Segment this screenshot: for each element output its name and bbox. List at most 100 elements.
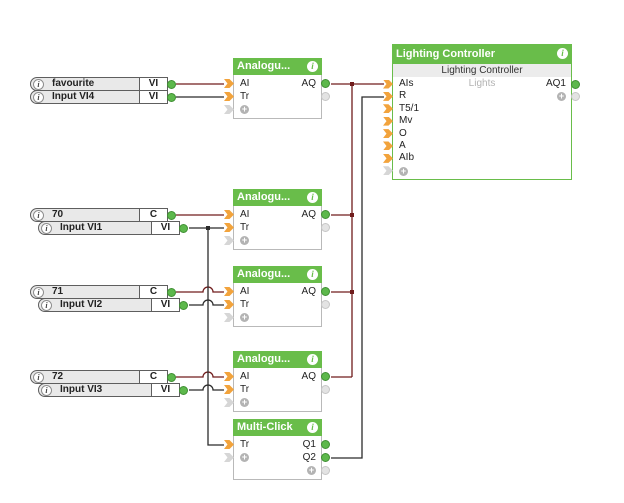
output-nub[interactable]	[179, 223, 188, 233]
add-input-button[interactable]: +	[240, 236, 249, 245]
block-analogue-3[interactable]: Analogu... i AI AQ Tr +	[224, 266, 330, 327]
output-nub[interactable]	[571, 80, 580, 89]
connector-type-tag: VI	[151, 384, 179, 396]
wire-vi3-tr4[interactable]	[189, 384, 224, 391]
junction-dot	[350, 213, 354, 217]
inactive-output-nub	[321, 223, 330, 232]
info-icon[interactable]: i	[307, 269, 318, 280]
input-connector-vi4[interactable]: i Input VI4 VI	[30, 90, 176, 104]
info-icon: i	[41, 385, 52, 396]
inactive-output-nub	[321, 92, 330, 101]
block-title-bar[interactable]: Analogu... i	[233, 189, 322, 206]
output-nub[interactable]	[167, 372, 176, 382]
category-label: Lights	[468, 78, 496, 89]
block-title-bar[interactable]: Lighting Controller i	[392, 44, 572, 64]
add-input-button[interactable]: +	[399, 166, 408, 176]
block-title-bar[interactable]: Multi-Click i	[233, 419, 322, 436]
info-icon: i	[41, 300, 52, 311]
wire-72-ai4[interactable]	[176, 371, 224, 378]
info-icon[interactable]: i	[557, 48, 568, 59]
block-title: Lighting Controller	[396, 48, 495, 60]
junction-dot	[206, 226, 210, 230]
pin-label: Q2	[302, 452, 316, 463]
output-nub[interactable]	[167, 210, 176, 220]
block-body: AI AQ Tr +	[224, 206, 330, 250]
add-output-button[interactable]: +	[557, 92, 566, 102]
output-nub[interactable]	[179, 385, 188, 395]
pin-label: Tr	[240, 439, 250, 450]
connector-label: 71	[52, 286, 64, 297]
connector-label: 72	[52, 371, 64, 382]
block-title-bar[interactable]: Analogu... i	[233, 266, 322, 283]
output-nub[interactable]	[321, 79, 330, 88]
connector-type-tag: VI	[151, 299, 179, 311]
pin-label: AI	[240, 78, 250, 89]
input-connector-71[interactable]: i 71 C	[30, 285, 176, 299]
wire-vi1-multiclick-tr[interactable]	[207, 228, 224, 446]
connector-type-tag: VI	[139, 91, 167, 103]
block-title-bar[interactable]: Analogu... i	[233, 351, 322, 368]
wire-71-ai3[interactable]	[176, 286, 224, 293]
info-icon: i	[33, 79, 44, 90]
block-title: Analogu...	[237, 268, 291, 280]
output-nub[interactable]	[321, 287, 330, 296]
input-connector-72[interactable]: i 72 C	[30, 370, 176, 384]
output-nub[interactable]	[321, 210, 330, 219]
block-multi-click[interactable]: Multi-Click i Tr Q1 + Q2 +	[224, 419, 330, 480]
info-icon[interactable]: i	[307, 61, 318, 72]
block-analogue-1[interactable]: Analogu... i AI AQ Tr +	[224, 58, 330, 119]
wire-vi2-tr3[interactable]	[189, 299, 224, 306]
input-connector-favourite[interactable]: i favourite VI	[30, 77, 176, 91]
connector-label: 70	[52, 209, 64, 220]
info-icon[interactable]: i	[307, 422, 318, 433]
pin-label: AQ1	[545, 78, 566, 89]
junction-dot	[350, 82, 354, 86]
pin-label: AIb	[399, 152, 415, 164]
pin-label: AQ	[301, 78, 316, 89]
info-icon[interactable]: i	[307, 192, 318, 203]
info-icon: i	[41, 223, 52, 234]
output-nub[interactable]	[179, 300, 188, 310]
block-lighting-controller[interactable]: Lighting Controller i Lighting Controlle…	[383, 44, 580, 181]
pin-label: AI	[240, 209, 250, 220]
block-analogue-4[interactable]: Analogu... i AI AQ Tr +	[224, 351, 330, 412]
block-analogue-2[interactable]: Analogu... i AI AQ Tr +	[224, 189, 330, 250]
output-nub[interactable]	[167, 287, 176, 297]
output-nub[interactable]	[321, 453, 330, 462]
block-body: AI AQ Tr +	[224, 75, 330, 119]
connector-label: Input VI3	[60, 384, 103, 395]
pin-label: O	[399, 127, 407, 139]
output-nub[interactable]	[167, 79, 176, 89]
add-input-button[interactable]: +	[240, 313, 249, 322]
connector-type-tag: C	[139, 371, 167, 383]
output-nub[interactable]	[321, 372, 330, 381]
block-title-bar[interactable]: Analogu... i	[233, 58, 322, 75]
add-input-button[interactable]: +	[240, 453, 249, 462]
block-body: AI AQ Tr +	[224, 368, 330, 412]
add-input-button[interactable]: +	[240, 105, 249, 114]
pin-label: Tr	[240, 384, 250, 395]
connector-label: Input VI2	[60, 299, 103, 310]
info-icon: i	[33, 287, 44, 298]
pin-label: AQ	[301, 286, 316, 297]
block-body: Tr Q1 + Q2 +	[224, 436, 330, 480]
input-connector-vi2[interactable]: i Input VI2 VI	[38, 298, 188, 312]
pin-label: AQ	[301, 371, 316, 382]
add-input-button[interactable]: +	[240, 398, 249, 407]
pin-label: AI	[240, 286, 250, 297]
connector-type-tag: C	[139, 286, 167, 298]
inactive-output-nub	[321, 466, 330, 475]
input-connector-vi3[interactable]: i Input VI3 VI	[38, 383, 188, 397]
info-icon[interactable]: i	[307, 354, 318, 365]
output-nub[interactable]	[167, 92, 176, 102]
block-subtitle: Lighting Controller	[393, 64, 571, 77]
block-body: AI AQ Tr +	[224, 283, 330, 327]
pin-label: T5/1	[399, 102, 420, 114]
pin-label: AI	[240, 371, 250, 382]
input-connector-vi1[interactable]: i Input VI1 VI	[38, 221, 188, 235]
inactive-output-nub	[321, 385, 330, 394]
input-connector-70[interactable]: i 70 C	[30, 208, 176, 222]
add-output-button[interactable]: +	[307, 466, 316, 475]
output-nub[interactable]	[321, 440, 330, 449]
wire-q2-r[interactable]	[331, 96, 384, 459]
